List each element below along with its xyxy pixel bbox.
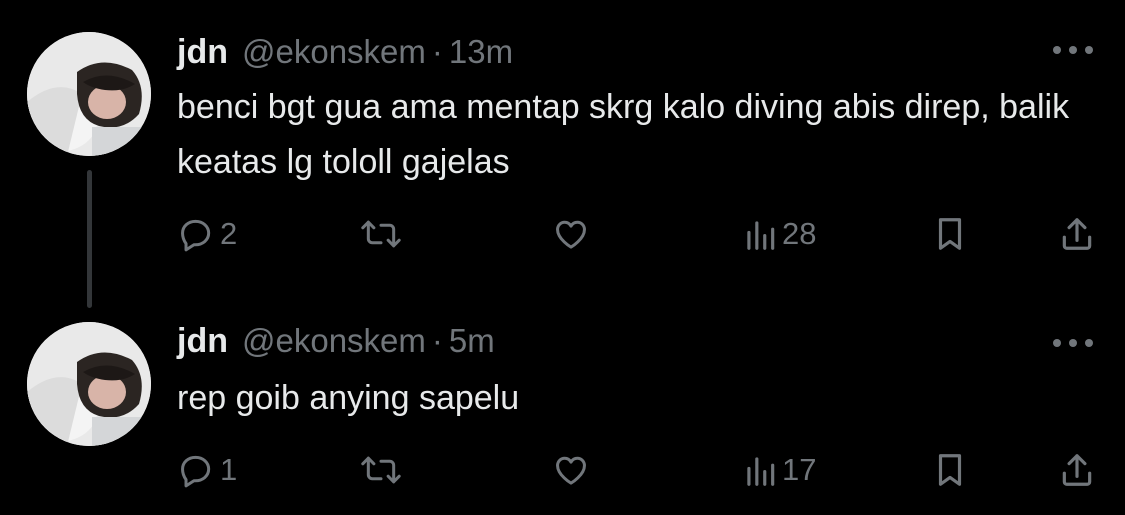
- user-handle[interactable]: @ekonskem: [242, 32, 426, 72]
- share-button[interactable]: [1059, 212, 1095, 256]
- heart-icon: [556, 456, 586, 485]
- reply-count: 2: [220, 216, 238, 251]
- heart-icon: [556, 220, 586, 249]
- tweet-actions: 2 28: [177, 212, 1092, 256]
- views-button[interactable]: 17: [743, 448, 816, 492]
- user-handle[interactable]: @ekonskem: [242, 321, 426, 361]
- tweet-text: rep goib anying sapelu: [177, 379, 520, 417]
- timestamp[interactable]: 5m: [449, 321, 495, 361]
- reply-icon: [181, 219, 211, 252]
- retweet-button[interactable]: [360, 212, 402, 256]
- avatar-photo: [27, 32, 151, 156]
- tweet-header: jdn @ekonskem · 5m: [177, 321, 495, 361]
- tweet-actions: 1 17: [177, 448, 1092, 492]
- like-button[interactable]: [552, 212, 590, 256]
- more-icon[interactable]: [1053, 333, 1093, 353]
- bookmark-icon: [938, 218, 962, 250]
- retweet-icon: [361, 220, 401, 248]
- reply-count: 1: [220, 452, 238, 487]
- separator-dot: ·: [431, 322, 443, 359]
- avatar-photo: [27, 322, 151, 446]
- avatar[interactable]: [27, 322, 151, 446]
- reply-button[interactable]: 2: [177, 212, 237, 256]
- share-icon: [1062, 454, 1092, 486]
- reply-icon: [181, 455, 211, 488]
- view-count: 28: [782, 216, 817, 251]
- avatar[interactable]: [27, 32, 151, 156]
- bookmark-icon: [938, 454, 962, 486]
- reply-button[interactable]: 1: [177, 448, 237, 492]
- tweet-header: jdn @ekonskem · 13m: [177, 32, 513, 72]
- timestamp[interactable]: 13m: [449, 32, 513, 72]
- share-button[interactable]: [1059, 448, 1095, 492]
- tweet-text: benci bgt gua ama mentap skrg kalo divin…: [177, 88, 1070, 181]
- display-name[interactable]: jdn: [177, 321, 228, 361]
- views-button[interactable]: 28: [743, 212, 816, 256]
- share-icon: [1062, 218, 1092, 250]
- view-count: 17: [782, 452, 817, 487]
- more-icon[interactable]: [1053, 40, 1093, 60]
- retweet-button[interactable]: [360, 448, 402, 492]
- thread: jdn @ekonskem · 13m benci bgt gua ama me…: [0, 0, 1125, 515]
- views-icon: [747, 457, 775, 486]
- display-name[interactable]: jdn: [177, 32, 228, 72]
- tweet[interactable]: jdn @ekonskem · 13m benci bgt gua ama me…: [0, 0, 1125, 300]
- separator-dot: ·: [431, 33, 443, 70]
- like-button[interactable]: [552, 448, 590, 492]
- tweet[interactable]: jdn @ekonskem · 5m rep goib anying sapel…: [0, 300, 1125, 515]
- bookmark-button[interactable]: [933, 212, 967, 256]
- views-icon: [747, 221, 775, 250]
- bookmark-button[interactable]: [933, 448, 967, 492]
- retweet-icon: [361, 456, 401, 484]
